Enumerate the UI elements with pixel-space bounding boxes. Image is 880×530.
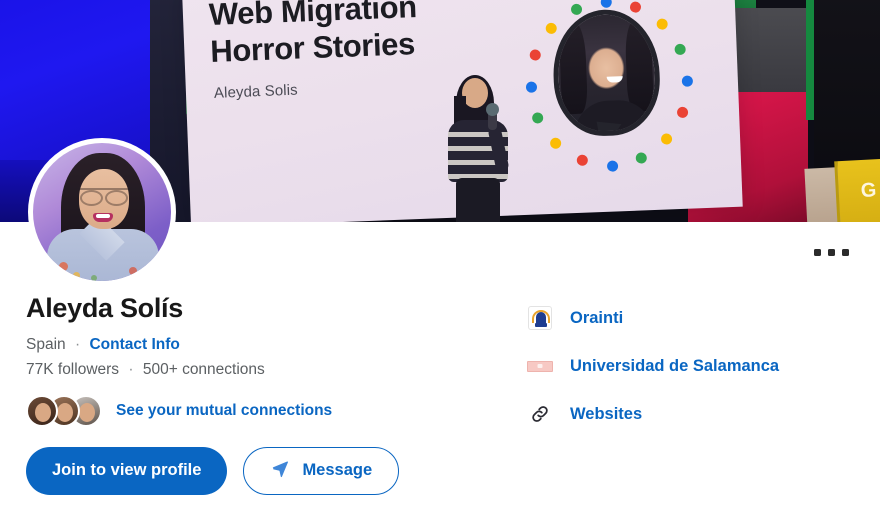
- mutual-connections-row[interactable]: See your mutual connections: [26, 394, 332, 427]
- more-dot-icon: [827, 248, 835, 256]
- link-chain-icon: [526, 400, 554, 428]
- color-dot: [606, 159, 618, 172]
- join-to-view-profile-button[interactable]: Join to view profile: [26, 446, 228, 495]
- mutual-connections-link[interactable]: See your mutual connections: [116, 402, 332, 420]
- color-dot: [681, 74, 693, 87]
- color-dot: [545, 22, 558, 34]
- shirt-floral-motif: [91, 275, 97, 281]
- color-dot: [529, 49, 542, 61]
- message-button-label: Message: [302, 461, 373, 480]
- orainti-emblem: [528, 306, 552, 330]
- color-dot: [630, 1, 642, 13]
- experience-link-label: Websites: [570, 404, 643, 423]
- color-dot: [660, 133, 672, 146]
- more-dot-icon: [813, 248, 821, 256]
- location-line: Spain · Contact Info: [26, 335, 496, 356]
- separator: ·: [74, 335, 81, 353]
- page-title: Aleyda Solís: [26, 293, 183, 323]
- profile-avatar[interactable]: [28, 138, 176, 286]
- shirt-floral-motif: [129, 267, 137, 275]
- separator: ·: [128, 360, 134, 378]
- orainti-base-shape: [535, 323, 547, 327]
- experience-link-orainti[interactable]: Orainti: [526, 294, 856, 342]
- microphone-head: [486, 103, 499, 116]
- color-dot: [550, 138, 562, 150]
- mutual-avatar: [26, 394, 58, 427]
- color-dot: [635, 152, 648, 164]
- yellow-lectern: G: [834, 158, 880, 222]
- shirt-floral-motif: [73, 272, 80, 279]
- connections-count: 500+ connections: [142, 360, 265, 378]
- contact-info-link[interactable]: Contact Info: [89, 336, 179, 353]
- shirt-floral-motif: [59, 262, 68, 271]
- avatar-image: [33, 143, 171, 281]
- universidad-de-salamanca-logo-icon: [526, 352, 554, 380]
- color-dot: [600, 0, 612, 8]
- experience-link-websites[interactable]: Websites: [526, 390, 856, 438]
- color-dot: [676, 106, 688, 118]
- color-dot: [570, 3, 582, 15]
- speaker-legs: [456, 178, 500, 222]
- avatar-face-shape: [35, 402, 51, 422]
- mutual-avatar-stack: [26, 394, 104, 427]
- experience-links-column: Orainti Universidad de Salamanca Website…: [526, 294, 856, 438]
- more-options-button[interactable]: [808, 238, 854, 266]
- lectern-logo-letter: G: [860, 179, 877, 203]
- stage-speaker-figure: [432, 75, 528, 222]
- location-text: Spain: [26, 335, 66, 353]
- profile-action-buttons: Join to view profile Message: [26, 446, 496, 495]
- avatar-face-shape: [57, 402, 73, 422]
- avatar-teeth: [96, 214, 110, 218]
- experience-link-universidad-de-salamanca[interactable]: Universidad de Salamanca: [526, 342, 856, 390]
- usal-emblem: [527, 360, 553, 372]
- portrait-bubble-frame: [551, 7, 662, 138]
- color-dot: [532, 112, 544, 124]
- followers-count: 77K followers: [26, 360, 120, 378]
- more-dot-icon: [841, 248, 849, 256]
- experience-link-label: Universidad de Salamanca: [570, 356, 780, 375]
- color-dot: [674, 43, 686, 56]
- avatar-face-shape: [79, 402, 95, 422]
- linkedin-profile-card: Web Migration Horror Stories Aleyda Solis: [0, 0, 880, 530]
- profile-identity-column: Aleyda Solís Spain · Contact Info 77K fo…: [26, 293, 496, 495]
- speaker-portrait-bubble: [512, 0, 705, 181]
- slide-subtitle: Aleyda Solis: [213, 81, 299, 102]
- followers-connections-line: 77K followers · 500+ connections: [26, 361, 496, 379]
- send-icon: [270, 458, 290, 483]
- avatar-glasses: [80, 188, 128, 206]
- experience-link-label: Orainti: [570, 308, 624, 327]
- color-dot: [576, 154, 588, 167]
- slide-title: Web Migration Horror Stories: [208, 0, 418, 69]
- orainti-logo-icon: [526, 304, 554, 332]
- color-dot: [656, 17, 668, 30]
- message-button[interactable]: Message: [243, 446, 400, 495]
